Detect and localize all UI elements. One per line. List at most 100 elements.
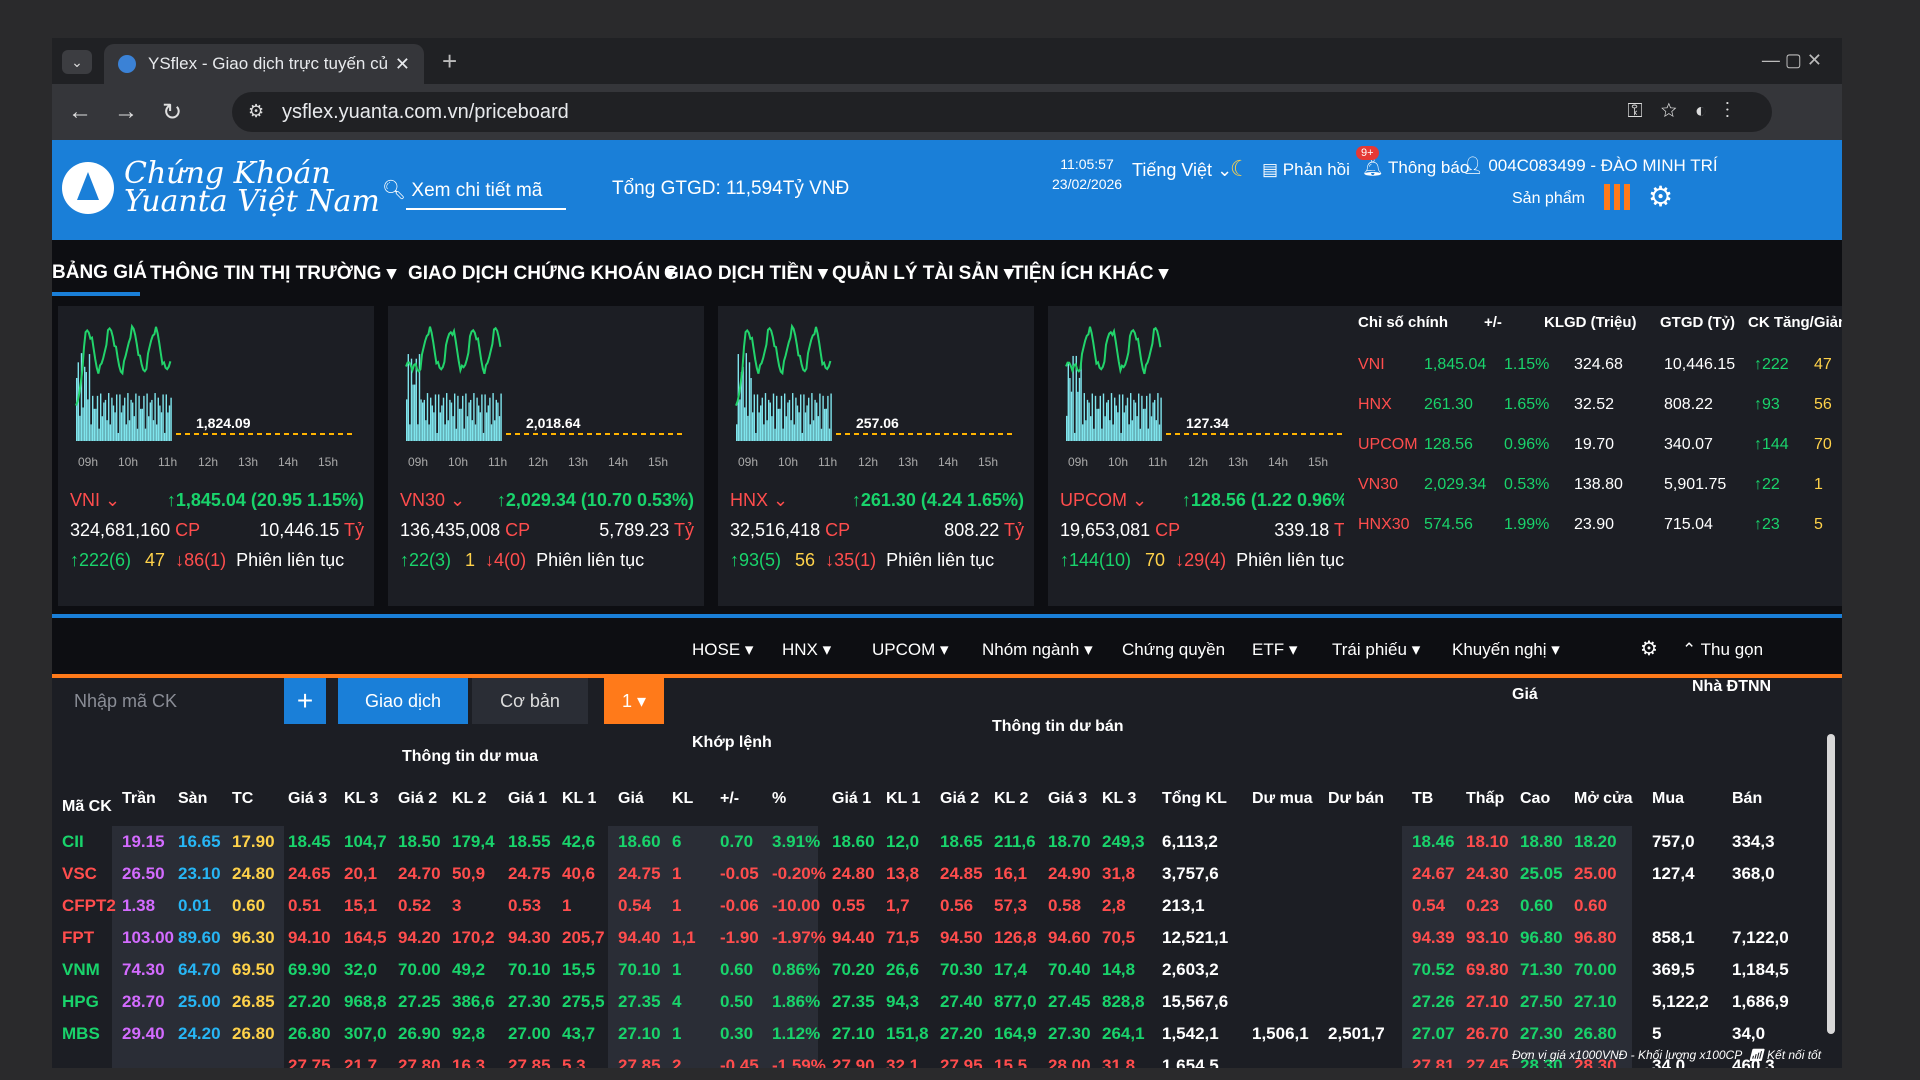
add-symbol-button[interactable]: + — [284, 678, 326, 724]
browser-tab[interactable]: YSflex - Giao dịch trực tuyến củ ✕ — [104, 44, 424, 84]
apps-grid-icon[interactable] — [1604, 184, 1630, 210]
tab-close-icon[interactable]: ✕ — [395, 44, 410, 84]
new-tab-button[interactable]: + — [442, 46, 457, 77]
products-label[interactable]: Sản phẩm — [1512, 190, 1585, 208]
window-controls[interactable]: — ▢ ✕ — [1762, 50, 1822, 71]
stock-search[interactable]: 🔍︎ Xem chi tiết mã — [382, 178, 566, 210]
col-header-db[interactable]: Dư bán — [1328, 790, 1384, 808]
col-header-sk2[interactable]: KL 2 — [994, 790, 1028, 808]
col-header-s3[interactable]: Giá 3 — [1048, 790, 1087, 808]
forward-arrow-icon[interactable]: → — [114, 98, 138, 126]
menu-tien-ich-khac[interactable]: TIỆN ÍCH KHÁC ▾ — [1012, 262, 1168, 285]
col-header-tran[interactable]: Trần — [122, 790, 156, 808]
settings-gear-icon[interactable]: ⚙ — [1648, 180, 1673, 213]
col-header-sym[interactable]: Mã CK — [62, 798, 112, 816]
col-header-sk1[interactable]: KL 1 — [886, 790, 920, 808]
cell-tc: 24.80 — [232, 864, 275, 883]
table-row[interactable]: FPT 103.00 89.60 96.30 94.10 164,5 94.20 170,2 9… — [52, 922, 1842, 954]
col-header-san[interactable]: Sàn — [178, 790, 207, 808]
col-header-nb[interactable]: Bán — [1732, 790, 1762, 808]
col-header-low[interactable]: Thấp — [1466, 790, 1504, 808]
menu-thong-tin-thi-truong[interactable]: THÔNG TIN THỊ TRƯỜNG ▾ — [150, 262, 396, 285]
col-header-tb[interactable]: TB — [1412, 790, 1433, 808]
table-row[interactable]: MBS 29.40 24.20 26.80 26.80 307,0 26.90 92,8 27.… — [52, 1018, 1842, 1050]
volume-bar — [436, 432, 438, 441]
col-header-bk3[interactable]: KL 3 — [344, 790, 378, 808]
index-row-vn30[interactable]: VN30 2,029.34 0.53% 138.80 5,901.75 ↑22 1 — [1344, 466, 1842, 506]
filter-trai-phieu[interactable]: Trái phiếu ▾ — [1332, 640, 1420, 660]
idx-up: ↑222 — [1754, 356, 1789, 373]
address-bar-icons[interactable]: ⚿☆◐⋮ — [1627, 100, 1748, 123]
symbol-input[interactable]: Nhập mã CK — [62, 678, 294, 724]
filter-hose[interactable]: HOSE ▾ — [692, 640, 753, 660]
table-scrollbar[interactable] — [1827, 734, 1835, 1034]
filter-chung-quyen[interactable]: Chứng quyền — [1122, 640, 1225, 660]
idx-header-change[interactable]: +/- — [1484, 314, 1502, 331]
menu-giao-dich-chung-khoan[interactable]: GIAO DỊCH CHỨNG KHOÁN ▾ — [408, 262, 675, 285]
filter-nhom-nganh[interactable]: Nhóm ngành ▾ — [982, 640, 1093, 660]
tab-co-ban[interactable]: Cơ bản — [472, 678, 588, 724]
col-header-b2[interactable]: Giá 2 — [398, 790, 437, 808]
card-index-name[interactable]: UPCOM ⌄ — [1060, 490, 1147, 511]
idx-pct: 1.99% — [1504, 516, 1550, 533]
index-card-vn30[interactable]: 2,018.64 09h 10h 11h 12h 13h 14h 15h VN30 ⌄ ↑2,02… — [388, 306, 704, 606]
col-header-p[interactable]: Giá — [618, 790, 644, 808]
col-header-s2[interactable]: Giá 2 — [940, 790, 979, 808]
col-header-s1[interactable]: Giá 1 — [832, 790, 871, 808]
index-card-hnx[interactable]: 257.06 09h 10h 11h 12h 13h 14h 15h HNX ⌄ ↑261.30 … — [718, 306, 1034, 606]
col-header-open[interactable]: Mở cửa — [1574, 790, 1633, 808]
user-account[interactable]: 👤︎ 004C083499 - ĐÀO MINH TRÍ — [1462, 156, 1718, 176]
menu-giao-dich-tien[interactable]: GIAO DỊCH TIỀN ▾ — [664, 262, 828, 285]
index-row-hnx30[interactable]: HNX30 574.56 1.99% 23.90 715.04 ↑23 5 — [1344, 506, 1842, 546]
table-row[interactable]: CFPT2 1.38 0.01 0.60 0.51 15,1 0.52 3 0.53 1 0.54 1… — [52, 890, 1842, 922]
yuanta-logo-icon[interactable] — [62, 162, 114, 214]
col-header-nm[interactable]: Mua — [1652, 790, 1684, 808]
language-select[interactable]: Tiếng Việt ⌄ — [1132, 160, 1232, 181]
col-header-high[interactable]: Cao — [1520, 790, 1550, 808]
card-index-name[interactable]: HNX ⌄ — [730, 490, 788, 511]
col-header-b1[interactable]: Giá 1 — [508, 790, 547, 808]
collapse-button[interactable]: ⌃ Thu gọn — [1682, 640, 1763, 660]
table-row[interactable]: CII 19.15 16.65 17.90 18.45 104,7 18.50 179,4 18… — [52, 826, 1842, 858]
reload-icon[interactable]: ↻ — [162, 98, 182, 127]
url-field[interactable]: ⚙ ysflex.yuanta.com.vn/priceboard ⚿☆◐⋮ — [232, 92, 1772, 132]
cell-b1: 27.30 — [508, 992, 551, 1011]
tab-giao-dich[interactable]: Giao dịch — [338, 678, 468, 724]
col-header-sk3[interactable]: KL 3 — [1102, 790, 1136, 808]
col-header-dm[interactable]: Dư mua — [1252, 790, 1312, 808]
back-arrow-icon[interactable]: ← — [68, 98, 92, 126]
index-row-vni[interactable]: VNI 1,845.04 1.15% 324.68 10,446.15 ↑222 47 — [1344, 346, 1842, 386]
notifications-button[interactable]: 9+ 🔔︎ Thông báo — [1356, 146, 1469, 178]
card-index-name[interactable]: VN30 ⌄ — [400, 490, 465, 511]
index-row-upcom[interactable]: UPCOM 128.56 0.96% 19.70 340.07 ↑144 70 — [1344, 426, 1842, 466]
card-index-name[interactable]: VNI ⌄ — [70, 490, 120, 511]
col-header-tc[interactable]: TC — [232, 790, 253, 808]
col-header-b3[interactable]: Giá 3 — [288, 790, 327, 808]
col-header-kl[interactable]: KL — [672, 790, 693, 808]
menu-quan-ly-tai-san[interactable]: QUẢN LÝ TÀI SẢN ▾ — [832, 262, 1014, 285]
time-tick: 10h — [778, 455, 798, 469]
index-row-hnx[interactable]: HNX 261.30 1.65% 32.52 808.22 ↑93 56 — [1344, 386, 1842, 426]
col-header-chg[interactable]: +/- — [720, 790, 739, 808]
feedback-button[interactable]: ▤ Phản hồi — [1262, 160, 1350, 180]
filter-khuyen-nghi[interactable]: Khuyến nghị ▾ — [1452, 640, 1560, 660]
dark-mode-moon-icon[interactable]: ☾ — [1230, 156, 1250, 182]
table-row[interactable]: HPG 28.70 25.00 26.85 27.20 968,8 27.25 386,6 27… — [52, 986, 1842, 1018]
site-settings-icon[interactable]: ⚙ — [248, 101, 264, 122]
filter-upcom[interactable]: UPCOM ▾ — [872, 640, 949, 660]
cell-tb: 27.07 — [1412, 1024, 1455, 1043]
tab-search-chevron-icon[interactable]: ⌄ — [62, 50, 92, 74]
menu-bang-gia[interactable]: BẢNG GIÁ — [52, 262, 147, 284]
col-header-bk1[interactable]: KL 1 — [562, 790, 596, 808]
table-row[interactable]: VNM 74.30 64.70 69.50 69.90 32,0 70.00 49,2 70.1… — [52, 954, 1842, 986]
col-header-tot[interactable]: Tổng KL — [1162, 790, 1227, 808]
index-card-vni[interactable]: 1,824.09 09h 10h 11h 12h 13h 14h 15h VNI ⌄ ↑1,845… — [58, 306, 374, 606]
table-row[interactable]: VSC 26.50 23.10 24.80 24.65 20,1 24.70 50,9 24.7… — [52, 858, 1842, 890]
filter-hnx[interactable]: HNX ▾ — [782, 640, 831, 660]
index-card-upcom[interactable]: 127.34 09h 10h 11h 12h 13h 14h 15h UPCOM ⌄ ↑128.5… — [1048, 306, 1364, 606]
filter-etf[interactable]: ETF ▾ — [1252, 640, 1297, 660]
col-header-bk2[interactable]: KL 2 — [452, 790, 486, 808]
board-settings-icon[interactable]: ⚙ — [1640, 636, 1658, 661]
col-header-pct[interactable]: % — [772, 790, 786, 808]
watchlist-select[interactable]: 1 ▾ — [604, 678, 664, 724]
